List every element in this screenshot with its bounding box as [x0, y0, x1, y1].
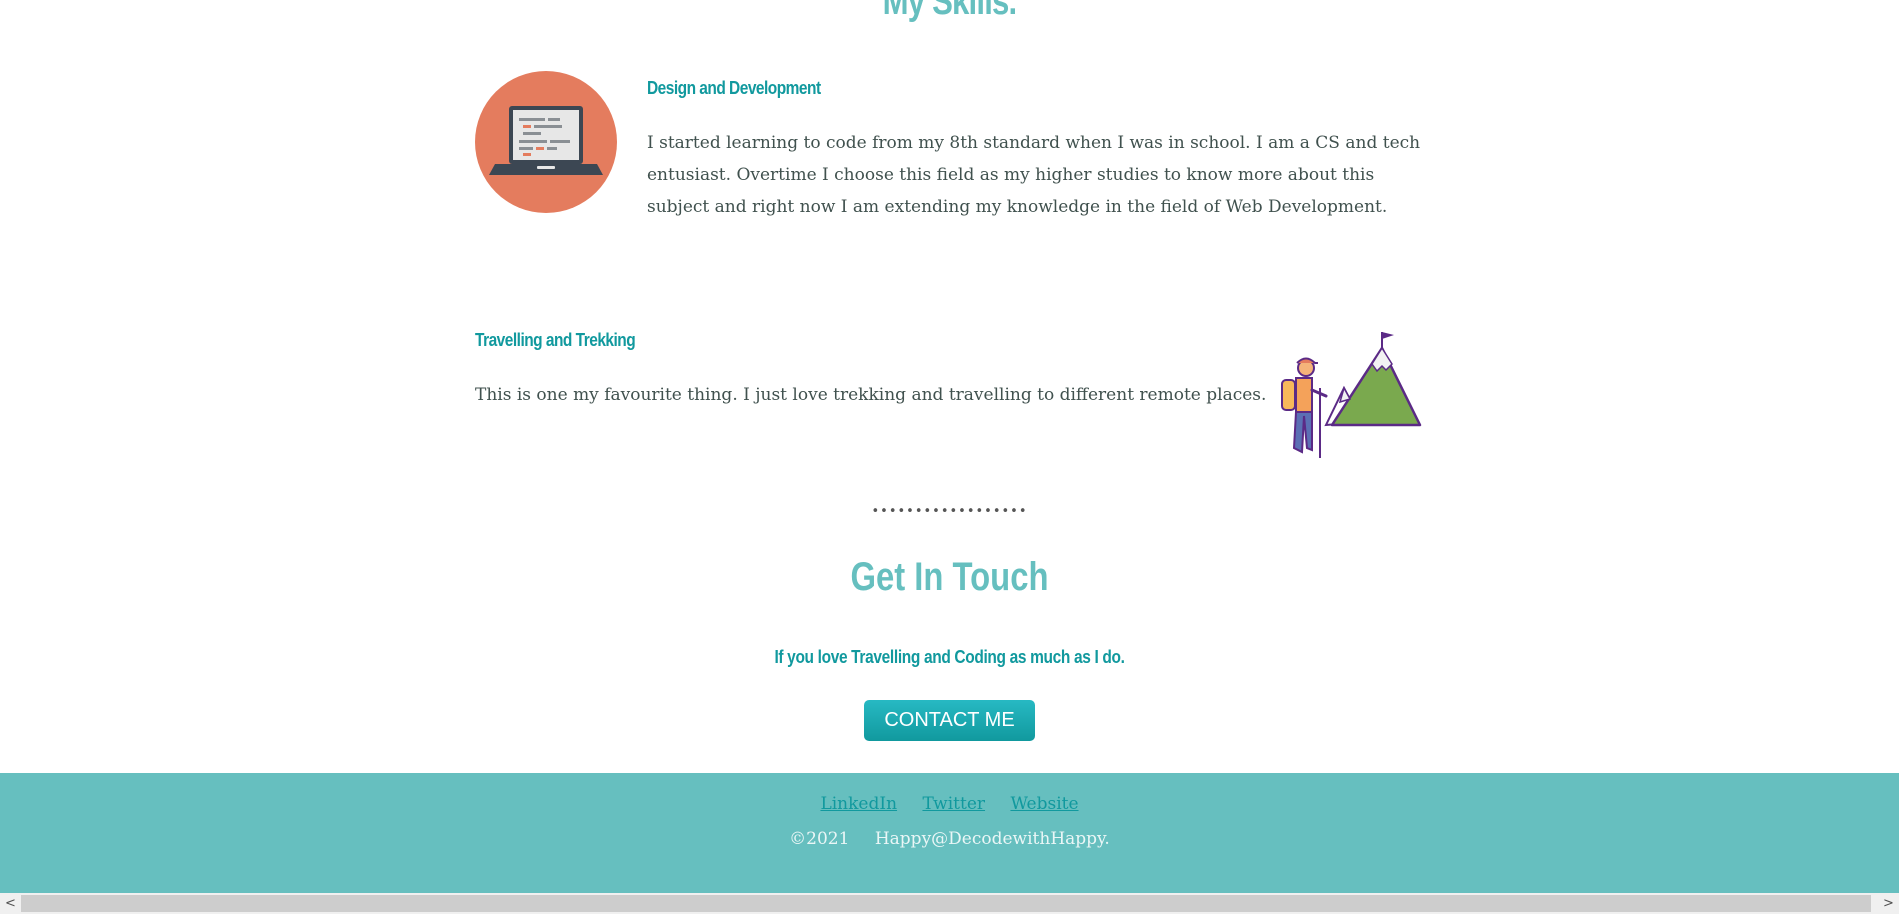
scroll-right-arrow-icon[interactable]: > — [1878, 893, 1899, 914]
skill-heading-travel: Travelling and Trekking — [475, 330, 636, 350]
skills-title: My Skills. — [882, 0, 1018, 23]
laptop-icon — [475, 71, 617, 213]
footer-link-twitter[interactable]: Twitter — [922, 794, 985, 814]
footer-link-linkedin[interactable]: LinkedIn — [820, 794, 897, 814]
hiker-mountain-icon — [1280, 330, 1422, 460]
horizontal-scrollbar[interactable]: < > — [0, 893, 1899, 914]
contact-subtitle: If you love Travelling and Coding as muc… — [774, 647, 1125, 667]
skill-heading-design: Design and Development — [647, 78, 821, 98]
contact-title: Get In Touch — [850, 555, 1049, 599]
skill-text-travel: This is one my favourite thing. I just l… — [475, 385, 1267, 405]
page: My Skills. Design and Development I star… — [0, 0, 1899, 914]
copyright: ©2021 Happy@DecodewithHappy. — [0, 829, 1899, 849]
footer-link-website[interactable]: Website — [1010, 794, 1078, 814]
divider-dots: •••••••••••••••••• — [871, 504, 1028, 519]
scrollbar-thumb[interactable] — [21, 895, 1871, 912]
scroll-left-arrow-icon[interactable]: < — [0, 893, 21, 914]
copyright-name: Happy@DecodewithHappy. — [874, 829, 1110, 849]
footer-links: LinkedIn Twitter Website — [0, 794, 1899, 814]
skill-text-design: I started learning to code from my 8th s… — [647, 133, 1421, 217]
contact-me-button[interactable]: CONTACT ME — [864, 700, 1035, 741]
footer: LinkedIn Twitter Website ©2021 Happy@Dec… — [0, 773, 1899, 893]
copyright-year: ©2021 — [789, 829, 850, 849]
